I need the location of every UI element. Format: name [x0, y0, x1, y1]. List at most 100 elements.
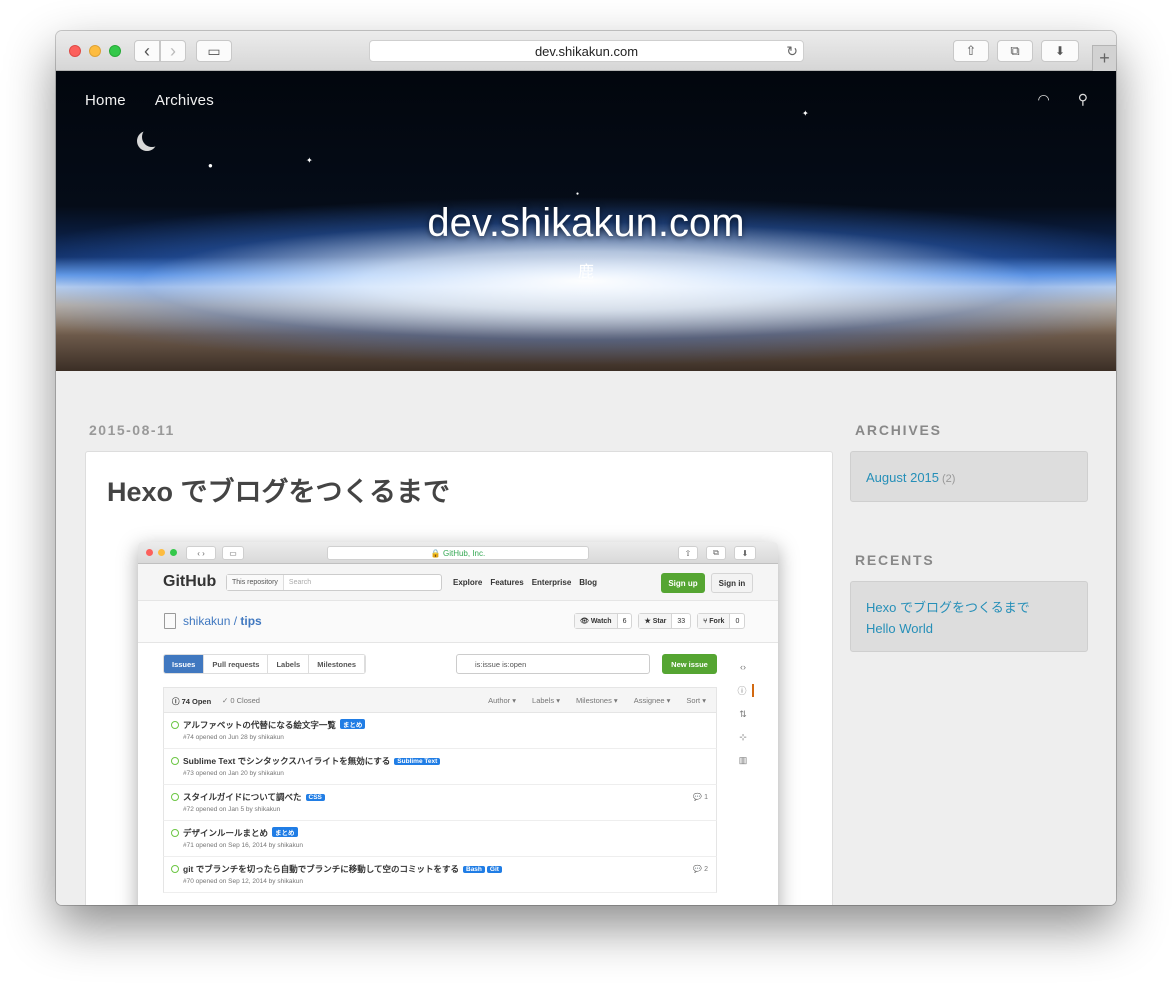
code-icon: ‹›: [740, 662, 746, 672]
archive-link-august-2015[interactable]: August 2015: [866, 470, 939, 485]
share-button[interactable]: ⇧: [953, 40, 989, 62]
image-close-dot: [146, 549, 153, 556]
comment-count: 💬 2: [693, 866, 708, 873]
image-issue-meta: #72 opened on Jan 5 by shikakun: [183, 806, 281, 813]
image-subnav-pulls: Pull requests: [204, 655, 269, 673]
pull-request-icon: ⇅: [739, 709, 747, 719]
image-nav-item: Features: [490, 578, 524, 587]
close-window-button[interactable]: [69, 45, 81, 57]
issue-label: Sublime Text: [394, 758, 441, 765]
image-zoom-dot: [170, 549, 177, 556]
image-github-logo: GitHub: [163, 573, 217, 590]
site-title[interactable]: dev.shikakun.com: [56, 201, 1116, 246]
new-tab-button[interactable]: +: [1092, 45, 1116, 71]
image-issue-title: デザインルールまとめ まとめ: [183, 827, 298, 839]
image-watch-button: 👁 Watch 6: [574, 613, 633, 629]
forward-button[interactable]: ›: [160, 40, 186, 62]
image-repo-owner: shikakun: [183, 614, 231, 628]
image-filter-author: Author ▾: [488, 696, 517, 705]
image-nav-item: Blog: [579, 578, 598, 587]
image-issue-row: アルファベットの代替になる絵文字一覧 まとめ #74 opened on Jun …: [163, 713, 717, 749]
issue-title-text: デザインルールまとめ: [183, 828, 269, 838]
post-title[interactable]: Hexo でブログをつくるまで: [107, 470, 450, 509]
browser-toolbar: ‹ › ▭ dev.shikakun.com ↻ ⇧ ⧉ ⬇ +: [56, 31, 1116, 71]
url-text: dev.shikakun.com: [534, 43, 639, 59]
address-bar[interactable]: dev.shikakun.com ↻: [369, 40, 804, 62]
image-issues-subnav: Issues Pull requests Labels Milestones: [163, 654, 366, 674]
image-repo-icon: [164, 613, 176, 629]
image-issue-title: スタイルガイドについて調べた CSS: [183, 791, 325, 803]
image-fork-label: ⑂ Fork: [698, 614, 731, 628]
recent-post-link[interactable]: Hello World: [866, 618, 1072, 639]
image-issue-filter: is:issue is:open: [456, 654, 650, 674]
issue-title-text: git でブランチを切ったら自動でブランチに移動して空のコミットをする: [183, 864, 459, 874]
issue-open-icon: [171, 829, 179, 837]
sidebar-icon: ▭: [207, 42, 221, 59]
issue-title-text: スタイルガイドについて調べた: [183, 792, 302, 802]
rss-icon[interactable]: ◠: [1038, 91, 1050, 108]
reload-icon[interactable]: ↻: [786, 43, 798, 60]
image-download-icon: ⬇: [734, 546, 756, 560]
main-content: 2015-08-11 Hexo でブログをつくるまで ‹ › ▭ 🔒 GitHu…: [56, 371, 1116, 905]
image-fork-button: ⑂ Fork 0: [697, 613, 746, 629]
image-fork-count: 0: [735, 617, 740, 625]
post-date[interactable]: 2015-08-11: [89, 422, 175, 438]
archives-widget: August 2015 (2): [850, 451, 1088, 502]
image-issue-meta: #70 opened on Sep 12, 2014 by shikakun: [183, 878, 303, 885]
image-filter-labels: Labels ▾: [532, 696, 560, 705]
image-star-button: ★ Star 33: [638, 613, 692, 629]
image-issue-row: git でブランチを切ったら自動でブランチに移動して空のコミットをする Bash G…: [163, 857, 717, 893]
star-decoration: ●: [576, 191, 580, 197]
nav-archives-link[interactable]: Archives: [155, 92, 214, 109]
back-button[interactable]: ‹: [134, 40, 160, 62]
main-nav: Home Archives: [85, 92, 214, 109]
image-issue-title: アルファベットの代替になる絵文字一覧 まとめ: [183, 719, 366, 731]
archives-heading: ARCHIVES: [855, 422, 942, 438]
image-signup-button: Sign up: [661, 573, 705, 593]
issues-icon: ⓘ: [732, 684, 754, 697]
image-sidebar-icon: ▭: [222, 546, 244, 560]
image-nav-buttons: ‹ ›: [186, 546, 216, 560]
image-new-issue-button: New issue: [662, 654, 717, 674]
share-icon: ⇧: [965, 43, 977, 58]
issue-title-text: アルファベットの代替になる絵文字一覧: [183, 720, 336, 730]
sidebar-toggle-button[interactable]: ▭: [196, 40, 232, 62]
image-subnav-milestones: Milestones: [309, 655, 365, 673]
image-filter-milestones: Milestones ▾: [575, 696, 618, 705]
image-browser-toolbar: ‹ › ▭ 🔒 GitHub, Inc. ⇧ ⧉ ⬇: [138, 542, 778, 564]
image-watch-count: 6: [622, 617, 627, 625]
chevron-right-icon: ›: [170, 41, 176, 61]
image-minimize-dot: [158, 549, 165, 556]
post-article: Hexo でブログをつくるまで ‹ › ▭ 🔒 GitHub, Inc. ⇧ ⧉…: [85, 451, 833, 905]
minimize-window-button[interactable]: [89, 45, 101, 57]
star-decoration: ✦: [306, 156, 313, 165]
pulse-icon: ⊹: [739, 732, 747, 742]
nav-home-link[interactable]: Home: [85, 92, 126, 109]
image-repo-name: tips: [240, 614, 262, 628]
issue-open-icon: [171, 721, 179, 729]
show-tabs-button[interactable]: ⧉: [997, 40, 1033, 62]
image-subnav-labels: Labels: [268, 655, 310, 673]
image-issue-row: スタイルガイドについて調べた CSS #72 opened on Jan 5 by…: [163, 785, 717, 821]
recent-post-link[interactable]: Hexo でブログをつくるまで: [866, 597, 1072, 618]
tabs-icon: ⧉: [1010, 43, 1020, 58]
image-star-label: ★ Star: [639, 614, 673, 628]
issue-open-icon: [171, 757, 179, 765]
search-icon[interactable]: ⚲: [1078, 91, 1088, 108]
plus-icon: +: [1099, 48, 1110, 68]
image-repo-title: shikakun / tips: [183, 614, 262, 628]
image-search-placeholder: Search: [288, 579, 312, 586]
moon-decoration: [142, 127, 162, 147]
image-share-icon: ⇧: [678, 546, 698, 560]
image-github-header: GitHub This repository Search Explore Fe…: [138, 564, 778, 601]
image-issue-title: Sublime Text でシンタックスハイライトを無効にする Sublime T…: [183, 755, 441, 767]
zoom-window-button[interactable]: [109, 45, 121, 57]
image-issue-meta: #74 opened on Jun 28 by shikakun: [183, 734, 284, 741]
star-decoration: ●: [208, 161, 213, 170]
archive-count: (2): [942, 473, 956, 485]
image-nav-item: Enterprise: [531, 578, 572, 587]
downloads-button[interactable]: ⬇: [1041, 40, 1079, 62]
image-nav-item: Explore: [453, 578, 483, 587]
image-signin-button: Sign in: [711, 573, 753, 593]
image-github-nav: Explore Features Enterprise Blog: [453, 578, 597, 587]
